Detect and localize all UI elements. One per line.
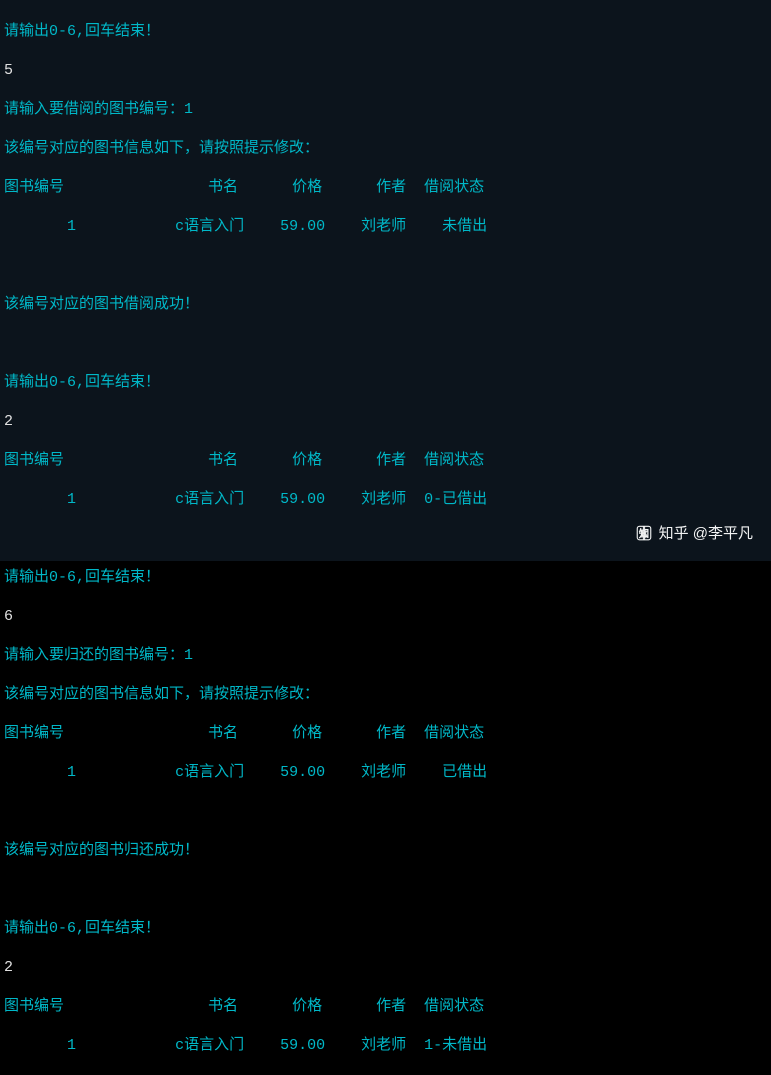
prompt-line: 请输出0-6,回车结束！ [4,568,767,588]
col-price: 价格 [292,725,322,742]
col-status: 借阅状态 [424,725,484,742]
watermark-text: 知乎 @李平凡 [659,524,753,544]
table-header: 图书编号 书名 价格 作者 借阅状态 [4,178,767,198]
table-header: 图书编号 书名 价格 作者 借阅状态 [4,451,767,471]
svg-text:知: 知 [638,527,649,540]
cell-author: 刘老师 [361,491,406,508]
table-row: 1 c语言入门 59.00 刘老师 未借出 [4,217,767,237]
prompt-line: 请输出0-6,回车结束！ [4,919,767,939]
table-row: 1 c语言入门 59.00 刘老师 1-未借出 [4,1036,767,1056]
prompt-line: 请输出0-6,回车结束！ [4,373,767,393]
info-line: 该编号对应的图书信息如下，请按照提示修改： [4,139,767,159]
blank-line [4,880,767,900]
cell-status: 1-未借出 [424,1037,487,1054]
info-line: 该编号对应的图书信息如下，请按照提示修改： [4,685,767,705]
cell-name: c语言入门 [175,1037,244,1054]
col-price: 价格 [292,452,322,469]
col-price: 价格 [292,179,322,196]
col-id: 图书编号 [4,998,64,1015]
col-author: 作者 [376,725,406,742]
cell-author: 刘老师 [361,1037,406,1054]
cell-id: 1 [67,764,76,781]
cell-price: 59.00 [280,764,325,781]
cell-status: 未借出 [442,218,487,235]
return-prompt: 请输入要归还的图书编号：1 [4,646,767,666]
prompt-line: 请输出0-6,回车结束！ [4,22,767,42]
col-author: 作者 [376,998,406,1015]
borrow-prompt: 请输入要借阅的图书编号：1 [4,100,767,120]
col-name: 书名 [208,452,238,469]
cell-id: 1 [67,218,76,235]
table-row: 1 c语言入门 59.00 刘老师 已借出 [4,763,767,783]
cell-name: c语言入门 [175,491,244,508]
col-status: 借阅状态 [424,179,484,196]
table-header: 图书编号 书名 价格 作者 借阅状态 [4,724,767,744]
cell-price: 59.00 [280,1037,325,1054]
col-price: 价格 [292,998,322,1015]
col-id: 图书编号 [4,452,64,469]
col-name: 书名 [208,998,238,1015]
blank-line [4,256,767,276]
col-status: 借阅状态 [424,998,484,1015]
cell-name: c语言入门 [175,764,244,781]
col-status: 借阅状态 [424,452,484,469]
watermark: 知 知乎 @李平凡 [635,524,753,544]
success-line: 该编号对应的图书借阅成功！ [4,295,767,315]
cell-author: 刘老师 [361,218,406,235]
table-header: 图书编号 书名 价格 作者 借阅状态 [4,997,767,1017]
col-name: 书名 [208,725,238,742]
cell-price: 59.00 [280,491,325,508]
cell-price: 59.00 [280,218,325,235]
terminal-output: 请输出0-6,回车结束！ 5 请输入要借阅的图书编号：1 该编号对应的图书信息如… [0,0,771,561]
col-id: 图书编号 [4,179,64,196]
col-author: 作者 [376,452,406,469]
col-id: 图书编号 [4,725,64,742]
user-input: 2 [4,958,767,978]
blank-line [4,802,767,822]
cell-name: c语言入门 [175,218,244,235]
cell-id: 1 [67,491,76,508]
user-input: 5 [4,61,767,81]
cell-author: 刘老师 [361,764,406,781]
user-input: 6 [4,607,767,627]
col-name: 书名 [208,179,238,196]
cell-id: 1 [67,1037,76,1054]
blank-line [4,334,767,354]
zhihu-icon: 知 [635,524,653,542]
col-author: 作者 [376,179,406,196]
success-line: 该编号对应的图书归还成功！ [4,841,767,861]
cell-status: 0-已借出 [424,491,487,508]
cell-status: 已借出 [442,764,487,781]
table-row: 1 c语言入门 59.00 刘老师 0-已借出 [4,490,767,510]
user-input: 2 [4,412,767,432]
